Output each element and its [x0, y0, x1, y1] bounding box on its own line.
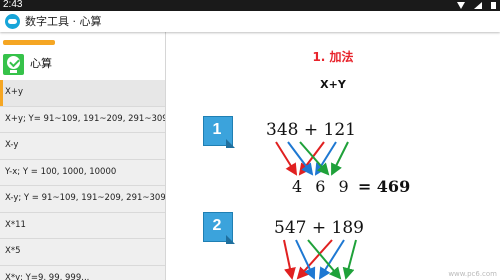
sidebar-list: X+y X+y; Y= 91~109, 191~209, 291~309 X-y…: [0, 80, 165, 280]
sidebar-item-x-plus-y-near-hundreds[interactable]: X+y; Y= 91~109, 191~209, 291~309: [0, 107, 165, 133]
wifi-icon: [456, 2, 465, 9]
lesson-content[interactable]: 1. 加法 X+Y 1 348 + 121 4 6 9 = 469 2 547 …: [166, 32, 500, 280]
sidebar-item-x-times-nines[interactable]: X*y; Y=9, 99, 999...: [0, 266, 165, 280]
sidebar-item-x-times-11[interactable]: X*11: [0, 213, 165, 239]
lightbulb-icon: [3, 54, 24, 75]
sidebar[interactable]: 心算 X+y X+y; Y= 91~109, 191~209, 291~309 …: [0, 32, 166, 280]
step-2-arrows: [283, 239, 357, 280]
sidebar-accent-bar: [3, 40, 55, 45]
arrow-green-4: [342, 239, 357, 280]
signal-icon: [473, 2, 482, 9]
arrow-red-3: [283, 239, 296, 280]
sidebar-item-x-minus-y[interactable]: X-y: [0, 133, 165, 160]
status-bar: 2:43: [0, 0, 500, 11]
watermark: www.pc6.com: [448, 270, 497, 278]
arrow-red-4: [296, 239, 333, 280]
sidebar-item-x-times-5[interactable]: X*5: [0, 239, 165, 266]
app-logo-icon[interactable]: [5, 14, 20, 29]
sidebar-item-x-minus-y-near-hundreds[interactable]: X-y; Y = 91~109, 191~209, 291~309: [0, 186, 165, 213]
status-icons: [453, 2, 496, 9]
category-header[interactable]: 心算: [0, 48, 165, 80]
arrow-blue-3: [295, 239, 316, 280]
sidebar-item-x-plus-y[interactable]: X+y: [0, 80, 165, 107]
app-bar: 数字工具 · 心算: [0, 11, 500, 32]
battery-icon: [491, 2, 496, 9]
status-time: 2:43: [3, 0, 23, 10]
app-title: 数字工具 · 心算: [25, 15, 102, 28]
sidebar-top-strip: [0, 32, 165, 48]
category-label: 心算: [30, 57, 52, 70]
sidebar-item-y-minus-x-powers[interactable]: Y-x; Y = 100, 1000, 10000: [0, 160, 165, 186]
